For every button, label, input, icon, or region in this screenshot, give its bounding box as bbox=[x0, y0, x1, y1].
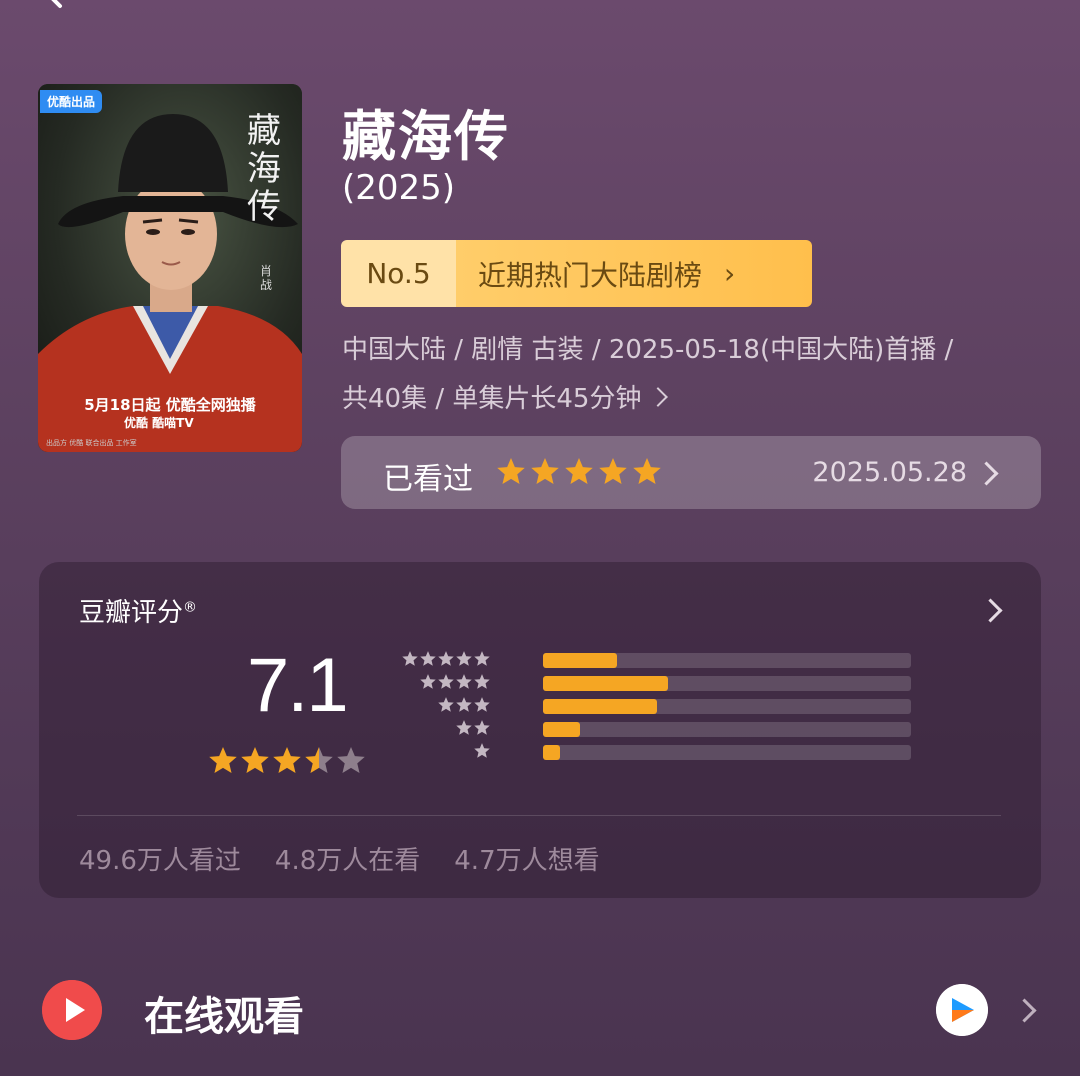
chevron-right-icon[interactable] bbox=[1012, 998, 1037, 1023]
distribution-row-5-star bbox=[399, 650, 911, 673]
distribution-bar bbox=[543, 676, 669, 691]
distribution-row-3-star bbox=[399, 696, 911, 719]
star-icon bbox=[474, 674, 490, 689]
star-icon bbox=[599, 458, 627, 484]
rating-score-stars bbox=[207, 745, 367, 777]
star-icon bbox=[305, 747, 333, 773]
star-icon bbox=[633, 458, 661, 484]
distribution-stars bbox=[419, 673, 491, 696]
back-chevron-icon[interactable] bbox=[40, 0, 70, 12]
my-rating-stars bbox=[495, 456, 663, 488]
rank-list-label: 近期热门大陆剧榜 bbox=[478, 258, 703, 292]
star-icon bbox=[402, 651, 418, 666]
star-icon bbox=[474, 697, 490, 712]
star-icon bbox=[531, 458, 559, 484]
distribution-bar bbox=[543, 653, 617, 668]
rating-stats: 49.6万人看过 4.8万人在看 4.7万人想看 bbox=[79, 840, 600, 877]
distribution-stars bbox=[473, 742, 491, 765]
star-icon bbox=[474, 720, 490, 735]
divider bbox=[77, 815, 1001, 816]
distribution-bar bbox=[543, 722, 580, 737]
star-icon bbox=[456, 651, 472, 666]
rating-distribution bbox=[399, 650, 911, 765]
poster-platforms: 优酷 酷喵TV bbox=[124, 416, 194, 430]
distribution-stars bbox=[455, 719, 491, 742]
star-icon bbox=[497, 458, 525, 484]
watching-count: 4.8万人在看 bbox=[274, 846, 421, 876]
star-icon bbox=[337, 747, 365, 773]
my-rating-bar[interactable]: 已看过 2025.05.28 bbox=[341, 436, 1041, 509]
want-count: 4.7万人想看 bbox=[454, 846, 600, 876]
watched-date: 2025.05.28 bbox=[812, 457, 967, 488]
distribution-track bbox=[543, 653, 911, 668]
show-year: (2025) bbox=[342, 168, 456, 208]
douban-rating-card[interactable]: 豆瓣评分® 7.1 49.6万人看过 4.8万人在看 4.7万人想看 bbox=[39, 562, 1041, 898]
rank-number: No.5 bbox=[341, 240, 456, 307]
star-icon bbox=[273, 747, 301, 773]
poster-actor: 肖战 bbox=[260, 264, 273, 292]
star-icon bbox=[241, 747, 269, 773]
star-icon bbox=[438, 697, 454, 712]
star-icon bbox=[456, 720, 472, 735]
watched-count: 49.6万人看过 bbox=[79, 846, 241, 876]
youku-icon[interactable] bbox=[936, 984, 988, 1036]
poster-title: 藏海传 bbox=[247, 111, 281, 227]
distribution-row-4-star bbox=[399, 673, 911, 696]
play-icon[interactable] bbox=[42, 980, 102, 1040]
show-meta[interactable]: 中国大陆 / 剧情 古装 / 2025-05-18(中国大陆)首播 / 共40集… bbox=[342, 326, 1042, 424]
distribution-bar bbox=[543, 745, 560, 760]
star-icon bbox=[438, 674, 454, 689]
star-icon bbox=[456, 674, 472, 689]
star-icon bbox=[420, 651, 436, 666]
show-title: 藏海传 bbox=[342, 105, 510, 168]
distribution-bar bbox=[543, 699, 658, 714]
distribution-track bbox=[543, 676, 911, 691]
chevron-right-icon: › bbox=[724, 257, 736, 290]
chevron-right-icon[interactable] bbox=[978, 598, 1003, 623]
poster-image[interactable]: 优酷出品 藏海传 肖战 5月18日起 优酷全网独播 优酷 酷喵TV 出品方 优酷… bbox=[38, 84, 302, 452]
meta-line-1: 中国大陆 / 剧情 古装 / 2025-05-18(中国大陆)首播 / bbox=[342, 335, 954, 365]
distribution-track bbox=[543, 699, 911, 714]
watched-label: 已看过 bbox=[383, 462, 473, 497]
chevron-right-icon bbox=[974, 461, 999, 486]
rank-list: 近期热门大陆剧榜 › bbox=[456, 240, 812, 307]
distribution-stars bbox=[437, 696, 491, 719]
star-icon bbox=[420, 674, 436, 689]
chevron-right-icon bbox=[648, 386, 669, 407]
star-icon bbox=[474, 743, 490, 758]
poster-release-line: 5月18日起 优酷全网独播 bbox=[84, 396, 256, 414]
poster-badge: 优酷出品 bbox=[40, 90, 103, 113]
distribution-track bbox=[543, 722, 911, 737]
poster-credits: 出品方 优酷 联合出品 工作室 bbox=[46, 439, 137, 447]
rating-score: 7.1 bbox=[247, 643, 349, 728]
rating-title: 豆瓣评分® bbox=[79, 598, 198, 628]
star-icon bbox=[438, 651, 454, 666]
star-icon bbox=[456, 697, 472, 712]
distribution-track bbox=[543, 745, 911, 760]
star-icon bbox=[565, 458, 593, 484]
star-icon bbox=[474, 651, 490, 666]
online-watch-label[interactable]: 在线观看 bbox=[144, 984, 304, 1042]
distribution-row-1-star bbox=[399, 742, 911, 765]
rank-badge[interactable]: No.5 近期热门大陆剧榜 › bbox=[341, 240, 812, 307]
star-icon bbox=[209, 747, 237, 773]
distribution-row-2-star bbox=[399, 719, 911, 742]
distribution-stars bbox=[401, 650, 491, 673]
meta-line-2: 共40集 / 单集片长45分钟 bbox=[342, 375, 1042, 424]
